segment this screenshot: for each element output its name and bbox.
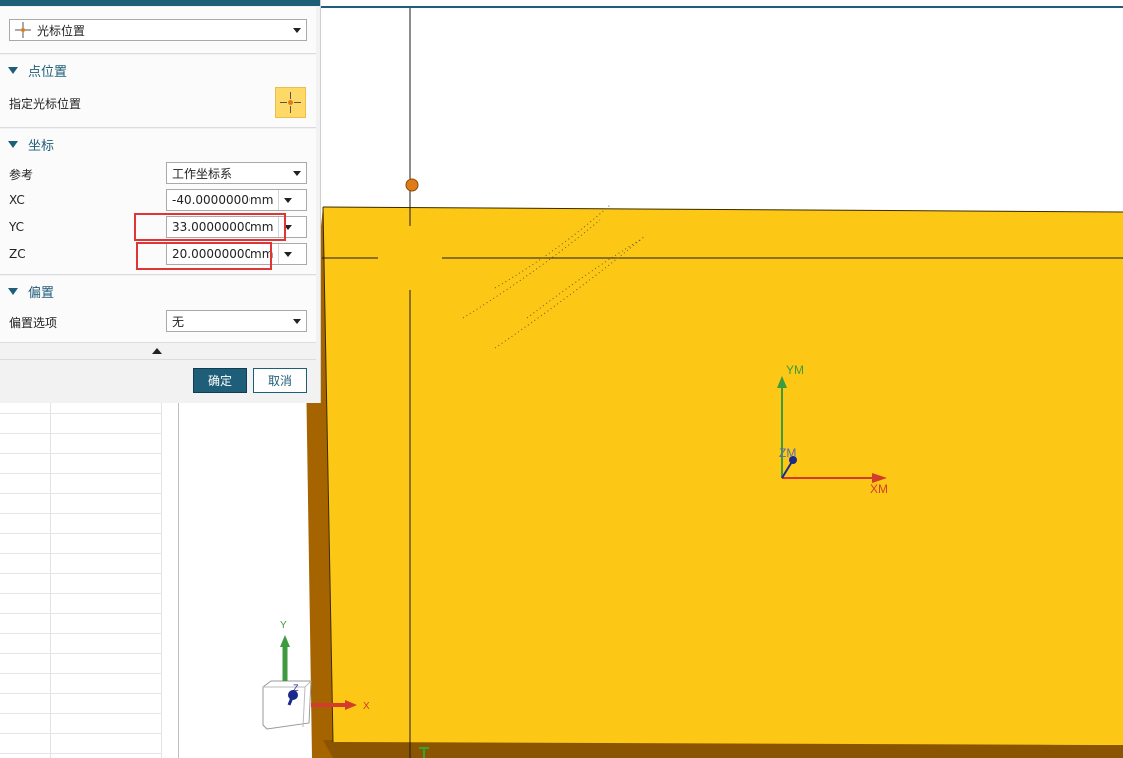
collapse-triangle-icon xyxy=(8,287,18,295)
yc-highlight-box xyxy=(134,213,286,241)
offset-section: 偏置 偏置选项 无 xyxy=(0,276,316,343)
button-divider xyxy=(0,359,316,360)
triad-x-arrowhead xyxy=(345,700,357,710)
point-dialog: 光标位置 点位置 指定光标位置 坐标 参考 工作坐标系 XC -40.00000… xyxy=(0,0,321,403)
grid-row-line xyxy=(0,733,162,734)
offset-option-dropdown[interactable]: 无 xyxy=(166,310,307,332)
dialog-titlebar[interactable] xyxy=(0,0,320,6)
grid-column-a xyxy=(0,403,51,758)
grid-row-line xyxy=(0,433,162,434)
cancel-button[interactable]: 取消 xyxy=(253,368,307,393)
type-section: 光标位置 xyxy=(0,7,316,54)
offset-title: 偏置 xyxy=(28,285,55,301)
wcs-z-label: ZM xyxy=(779,446,796,460)
viewport-top-border xyxy=(320,0,1123,8)
grid-row-line xyxy=(0,613,162,614)
reference-value: 工作坐标系 xyxy=(172,166,233,181)
grid-row-line xyxy=(0,453,162,454)
chevron-down-icon xyxy=(288,311,306,331)
block-top-face[interactable] xyxy=(323,207,1123,745)
chevron-down-icon[interactable] xyxy=(278,190,297,210)
specify-cursor-label: 指定光标位置 xyxy=(9,97,82,111)
xc-unit: mm xyxy=(250,193,274,207)
grid-row-line xyxy=(0,633,162,634)
point-type-dropdown[interactable]: 光标位置 xyxy=(9,19,307,41)
offset-option-value: 无 xyxy=(172,314,185,329)
collapse-triangle-icon xyxy=(8,140,18,148)
xc-field[interactable]: -40.00000000 mm xyxy=(166,189,307,211)
grid-row-line xyxy=(0,533,162,534)
chevron-down-icon xyxy=(288,163,306,183)
ok-button[interactable]: 确定 xyxy=(193,368,247,393)
xc-value[interactable]: -40.00000000 xyxy=(167,193,250,207)
chevron-down-icon xyxy=(288,20,306,40)
point-location-title: 点位置 xyxy=(28,64,68,80)
crosshair-point-icon xyxy=(280,92,301,113)
triad-y-arrowhead xyxy=(280,635,290,647)
grid-row-line xyxy=(0,413,162,414)
offset-option-label: 偏置选项 xyxy=(9,316,58,330)
point-location-header[interactable]: 点位置 xyxy=(8,61,68,80)
grid-row-line xyxy=(0,713,162,714)
zc-highlight-box xyxy=(136,242,272,270)
triad-x-label: X xyxy=(363,701,370,712)
grid-row-line xyxy=(0,573,162,574)
triad-z-label: Z xyxy=(293,683,299,693)
coordinate-title: 坐标 xyxy=(28,138,55,154)
reference-dropdown[interactable]: 工作坐标系 xyxy=(166,162,307,184)
yc-label: YC xyxy=(9,220,25,234)
chevron-down-icon[interactable] xyxy=(278,244,297,264)
grid-row-line xyxy=(0,493,162,494)
grid-row-line xyxy=(0,653,162,654)
view-triad[interactable]: Y X Z xyxy=(255,615,375,740)
grid-row-line xyxy=(0,513,162,514)
grid-row-line xyxy=(0,753,162,754)
chevron-up-icon[interactable] xyxy=(152,348,162,354)
crosshair-gap xyxy=(378,226,442,290)
reference-label: 参考 xyxy=(9,168,34,182)
zc-label: ZC xyxy=(9,247,26,261)
wcs-y-label: YM xyxy=(786,363,804,377)
point-type-value: 光标位置 xyxy=(37,23,86,38)
grid-separator xyxy=(178,403,179,758)
wcs-x-label: XM xyxy=(870,482,888,496)
offset-header[interactable]: 偏置 xyxy=(8,282,55,301)
navigator-grid[interactable] xyxy=(0,403,180,758)
grid-row-line xyxy=(0,473,162,474)
coordinate-header[interactable]: 坐标 xyxy=(8,135,55,154)
grid-row-line xyxy=(0,673,162,674)
grid-column-b xyxy=(51,403,162,758)
triad-y-label: Y xyxy=(280,620,287,631)
grid-row-line xyxy=(0,553,162,554)
xc-label: XC xyxy=(9,193,25,207)
cursor-position-icon xyxy=(14,21,32,39)
point-location-section: 点位置 指定光标位置 xyxy=(0,55,316,128)
grid-row-line xyxy=(0,693,162,694)
specify-point-button[interactable] xyxy=(275,87,306,118)
grid-row-line xyxy=(0,593,162,594)
collapse-triangle-icon xyxy=(8,66,18,74)
selected-point-marker[interactable] xyxy=(405,178,419,192)
